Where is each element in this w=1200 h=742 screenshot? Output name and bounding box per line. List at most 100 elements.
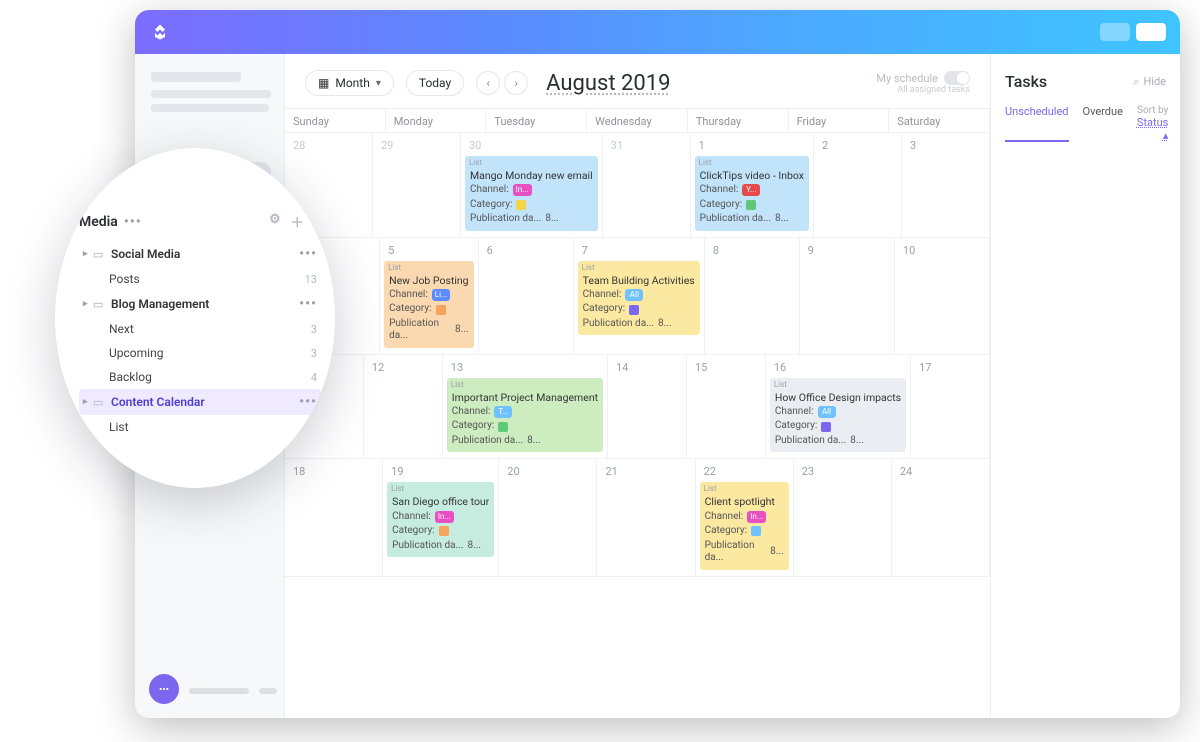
calendar-day[interactable]: 8 xyxy=(705,238,800,355)
sidebar-item-label: Posts xyxy=(109,272,140,286)
day-number: 13 xyxy=(451,361,599,374)
calendar-day[interactable]: 9 xyxy=(800,238,895,355)
more-icon[interactable]: ••• xyxy=(299,394,317,410)
event-tag: List xyxy=(388,263,401,273)
event-color-square xyxy=(821,422,831,432)
calendar-day[interactable]: 31 xyxy=(603,133,691,238)
calendar-day[interactable]: 15 xyxy=(687,355,766,460)
sidebar-item[interactable]: Next3 xyxy=(79,317,321,341)
calendar-day[interactable]: 3 xyxy=(902,133,990,238)
event-field: Channel:All xyxy=(775,406,901,419)
sidebar-item[interactable]: Backlog4 xyxy=(79,365,321,389)
day-number: 31 xyxy=(611,139,682,152)
calendar-day[interactable]: 16ListHow Office Design impactsChannel:A… xyxy=(766,355,911,460)
calendar-day[interactable]: 29 xyxy=(373,133,461,238)
sort-by-value[interactable]: Status ▴ xyxy=(1137,116,1168,142)
plus-icon[interactable]: ＋ xyxy=(291,212,304,231)
event-field: Channel:Li... xyxy=(389,289,468,302)
event-field: Category: xyxy=(705,525,784,538)
dow-header: Thursday xyxy=(688,109,789,133)
chat-button[interactable] xyxy=(149,674,179,704)
event-field-label: Channel: xyxy=(392,511,431,524)
calendar-day[interactable]: 20 xyxy=(499,459,597,576)
day-number: 8 xyxy=(713,244,791,257)
calendar-day[interactable]: 12 xyxy=(364,355,443,460)
hide-tasks-button[interactable]: ⌕ Hide xyxy=(1133,75,1166,89)
day-number: 30 xyxy=(469,139,594,152)
more-icon[interactable]: ••• xyxy=(299,296,317,312)
search-icon[interactable]: ⌕ xyxy=(314,212,321,231)
event-field-label: Channel: xyxy=(470,184,509,197)
sidebar-item-count: 3 xyxy=(311,347,317,360)
calendar-day[interactable]: 22ListClient spotlightChannel:In...Categ… xyxy=(696,459,794,576)
calendar-event[interactable]: ListClient spotlightChannel:In...Categor… xyxy=(700,482,789,569)
search-icon: ⌕ xyxy=(1133,75,1139,89)
today-button[interactable]: Today xyxy=(406,70,464,96)
calendar-day[interactable]: 21 xyxy=(597,459,695,576)
sidebar-item[interactable]: List8 xyxy=(79,415,321,439)
sidebar-item[interactable]: Upcoming 3 xyxy=(79,341,321,365)
view-switcher[interactable]: ▦ Month ▾ xyxy=(305,70,394,96)
calendar-day[interactable]: 10 xyxy=(895,238,990,355)
prev-button[interactable]: ‹ xyxy=(476,71,500,95)
calendar-day[interactable]: 2 xyxy=(814,133,902,238)
tab-overdue[interactable]: Overdue xyxy=(1083,105,1123,142)
calendar-day[interactable]: 24 xyxy=(892,459,990,576)
event-title: Client spotlight xyxy=(705,495,784,508)
calendar-day[interactable]: 17 xyxy=(911,355,990,460)
calendar-day[interactable]: 18 xyxy=(285,459,383,576)
calendar-event[interactable]: ListTeam Building ActivitiesChannel:AllC… xyxy=(578,261,700,336)
sidebar-item[interactable]: Posts13 xyxy=(79,267,321,291)
calendar-day[interactable]: 6 xyxy=(479,238,574,355)
event-tag: List xyxy=(699,158,712,168)
calendar-day[interactable]: 30ListMango Monday new emailChannel:In..… xyxy=(461,133,603,238)
event-field-label: Channel: xyxy=(705,511,744,524)
calendar-event[interactable]: ListMango Monday new emailChannel:In...C… xyxy=(465,156,598,231)
event-field-label: Category: xyxy=(452,420,494,433)
month-title[interactable]: August 2019 xyxy=(546,71,670,96)
calendar-day[interactable]: 23 xyxy=(794,459,892,576)
event-field: Channel:All xyxy=(583,289,695,302)
calendar-day[interactable]: 19ListSan Diego office tourChannel:In...… xyxy=(383,459,499,576)
calendar-day[interactable]: 1ListClickTips video - InboxChannel:Y...… xyxy=(691,133,814,238)
event-chip: All xyxy=(625,289,643,301)
toggle-icon xyxy=(944,71,970,85)
tasks-panel: Tasks ⌕ Hide Unscheduled Overdue Sort by… xyxy=(990,54,1180,718)
my-schedule-toggle[interactable]: My schedule All assigned tasks xyxy=(876,71,970,95)
calendar-day[interactable]: 5ListNew Job PostingChannel:Li...Categor… xyxy=(380,238,478,355)
event-field-label: Category: xyxy=(389,303,431,316)
app-logo-icon xyxy=(149,21,171,43)
sidebar-item-label: Upcoming xyxy=(109,346,163,360)
day-number: 20 xyxy=(507,465,588,478)
more-icon[interactable]: ••• xyxy=(299,246,317,262)
event-field: Publication da...8... xyxy=(705,540,784,565)
event-title: Important Project Management xyxy=(452,391,598,404)
tab-unscheduled[interactable]: Unscheduled xyxy=(1005,105,1069,142)
day-number: 24 xyxy=(900,465,981,478)
day-number: 18 xyxy=(293,465,374,478)
event-field-value: 8... xyxy=(527,435,541,448)
event-field-label: Category: xyxy=(583,303,625,316)
calendar-event[interactable]: ListClickTips video - InboxChannel:Y...C… xyxy=(695,156,809,231)
sidebar-folder[interactable]: ▸▭Content Calendar••• xyxy=(79,389,321,415)
event-field-value: 8... xyxy=(658,318,672,331)
day-number: 29 xyxy=(381,139,452,152)
calendar-day[interactable]: 14 xyxy=(608,355,687,460)
calendar-event[interactable]: ListImportant Project ManagementChannel:… xyxy=(447,378,603,453)
space-title[interactable]: Media xyxy=(79,214,118,230)
sidebar-folder[interactable]: ▸▭Social Media••• xyxy=(79,241,321,267)
event-field: Channel:In... xyxy=(392,511,489,524)
gear-icon[interactable]: ⚙ xyxy=(269,212,281,231)
next-button[interactable]: › xyxy=(504,71,528,95)
sidebar-folder[interactable]: ▸▭Blog Management••• xyxy=(79,291,321,317)
calendar-day[interactable]: 13 ListImportant Project ManagementChanne… xyxy=(443,355,608,460)
event-tag: List xyxy=(391,484,404,494)
event-title: ClickTips video - Inbox xyxy=(700,169,804,182)
calendar-day[interactable]: 7ListTeam Building ActivitiesChannel:All… xyxy=(574,238,705,355)
more-icon[interactable]: ••• xyxy=(124,214,142,230)
calendar-event[interactable]: ListSan Diego office tourChannel:In...Ca… xyxy=(387,482,494,557)
event-chip: In... xyxy=(513,184,532,196)
calendar-event[interactable]: ListHow Office Design impactsChannel:All… xyxy=(770,378,906,453)
calendar-event[interactable]: ListNew Job PostingChannel:Li...Category… xyxy=(384,261,473,348)
my-schedule-sub: All assigned tasks xyxy=(876,85,970,95)
